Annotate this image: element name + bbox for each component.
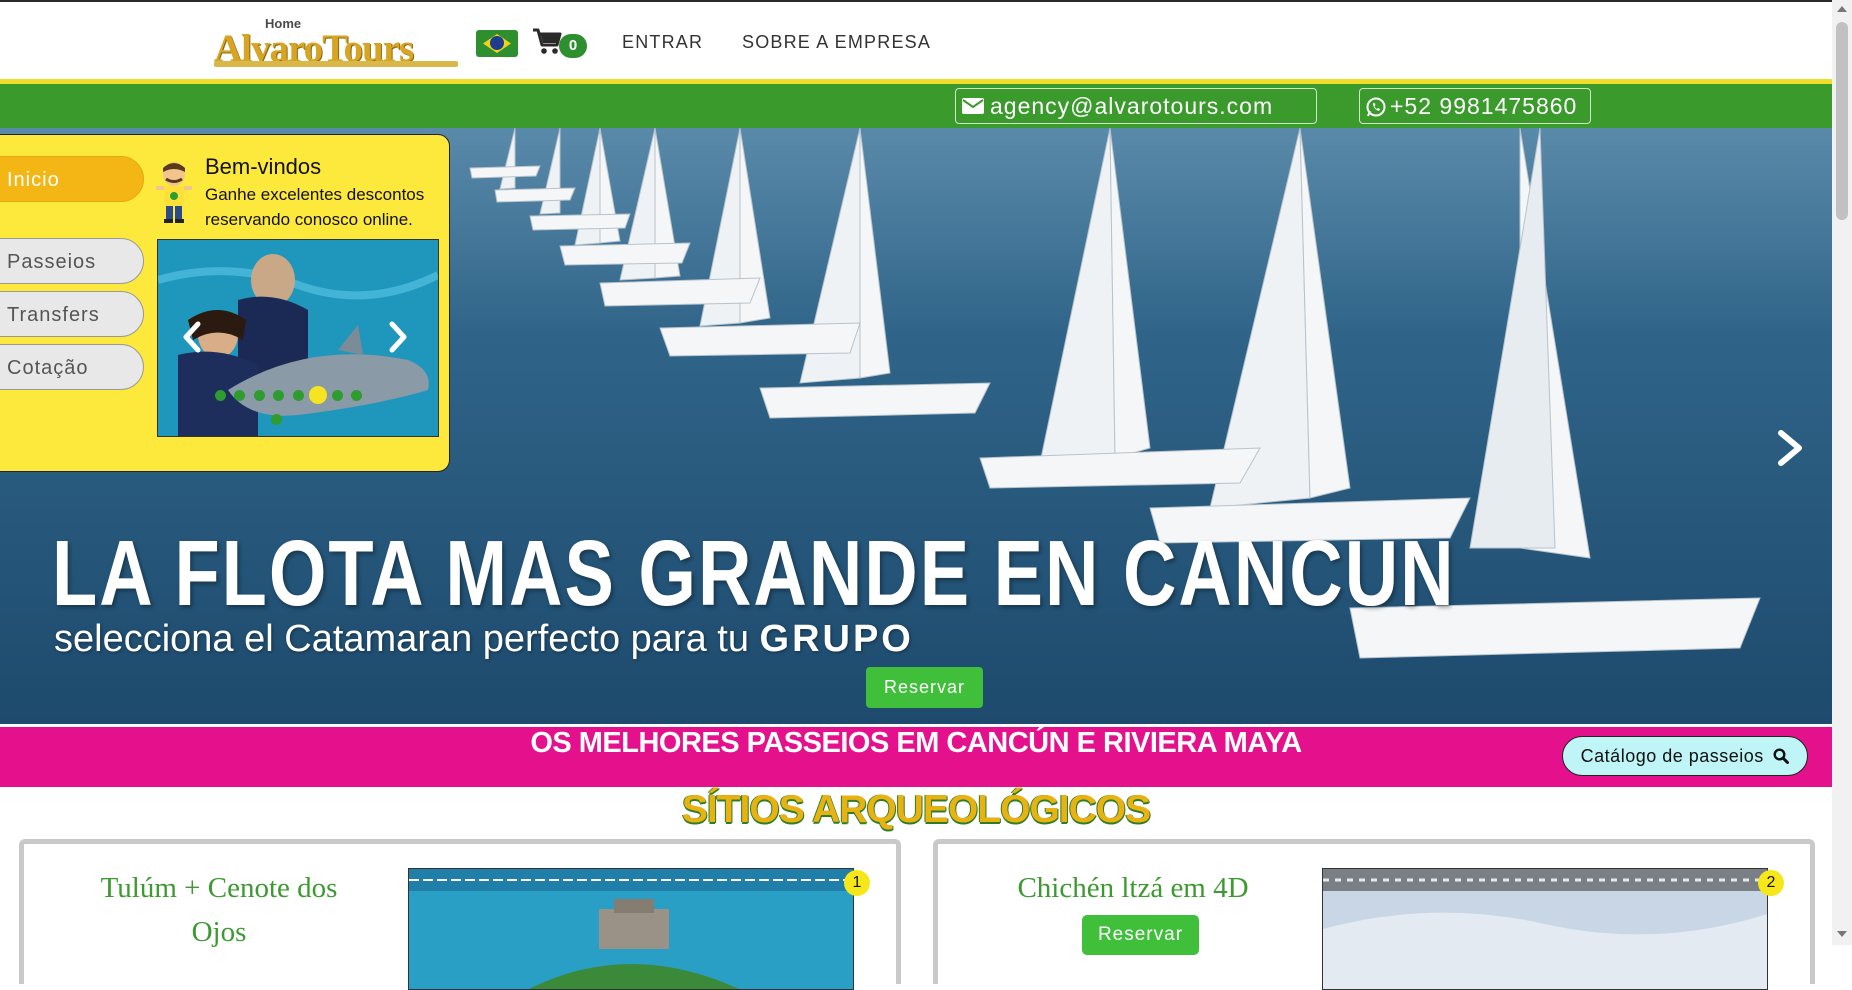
section-title: SÍTIOS ARQUEOLÓGICOS bbox=[681, 788, 1151, 831]
phone-text: +52 9981475860 bbox=[1390, 93, 1578, 119]
tour-card-title: Tulúm + Cenote dos Ojos bbox=[100, 872, 338, 948]
slider-dot[interactable] bbox=[234, 389, 245, 401]
hero-title: LA FLOTA MAS GRANDE EN CANCUN bbox=[52, 521, 1456, 625]
site-header: Home AlvaroTours 0 ENTRAR SOBRE A EMPRES… bbox=[0, 2, 1832, 79]
mini-slider bbox=[157, 239, 439, 437]
scroll-up-icon[interactable] bbox=[1837, 6, 1847, 12]
scroll-down-icon[interactable] bbox=[1837, 931, 1847, 937]
tab-transfers[interactable]: Transfers bbox=[0, 291, 144, 337]
cart-count-badge: 0 bbox=[559, 34, 587, 58]
brazil-flag-icon[interactable] bbox=[476, 30, 518, 57]
hero-next-arrow-icon[interactable] bbox=[1775, 428, 1805, 468]
email-contact-button[interactable]: agency@alvarotours.com bbox=[955, 88, 1317, 124]
email-text: agency@alvarotours.com bbox=[990, 93, 1274, 119]
slider-dot[interactable] bbox=[271, 414, 282, 425]
tour-card-number: 1 bbox=[844, 870, 870, 896]
promo-banner: OS MELHORES PASSEIOS EM CANCÚN E RIVIERA… bbox=[0, 727, 1832, 787]
site-logo[interactable]: Home AlvaroTours bbox=[214, 14, 458, 70]
tour-card-image[interactable] bbox=[408, 868, 854, 990]
mini-slider-next-icon[interactable] bbox=[386, 320, 410, 354]
slider-dot[interactable] bbox=[253, 389, 265, 401]
nav-sobre-a-empresa[interactable]: SOBRE A EMPRESA bbox=[742, 32, 931, 53]
tour-card-reserve-button[interactable]: Reservar bbox=[1082, 915, 1199, 955]
catalog-button[interactable]: Catálogo de passeios bbox=[1562, 736, 1808, 776]
slider-dot[interactable] bbox=[214, 389, 226, 401]
shopping-cart-icon[interactable] bbox=[532, 26, 562, 56]
contact-bar: agency@alvarotours.com +52 9981475860 bbox=[0, 84, 1832, 128]
envelope-icon bbox=[962, 98, 984, 114]
slider-dot[interactable] bbox=[292, 389, 304, 401]
slider-dot-active[interactable] bbox=[308, 386, 327, 404]
tab-passeios[interactable]: Passeios bbox=[0, 238, 144, 284]
whatsapp-contact-button[interactable]: +52 9981475860 bbox=[1359, 88, 1591, 124]
tab-inicio[interactable]: Inicio bbox=[0, 156, 144, 202]
slider-dot[interactable] bbox=[273, 389, 284, 401]
search-icon bbox=[1773, 747, 1790, 764]
welcome-title: Bem-vindos bbox=[205, 154, 322, 179]
mini-slider-prev-icon[interactable] bbox=[180, 320, 204, 354]
scroll-thumb[interactable] bbox=[1836, 22, 1848, 220]
tab-cotacao[interactable]: Cotação bbox=[0, 344, 144, 390]
mascot-icon bbox=[156, 162, 192, 223]
slider-dot[interactable] bbox=[331, 389, 343, 401]
hero-subtitle: selecciona el Catamaran perfecto para tu… bbox=[54, 618, 914, 660]
whatsapp-icon bbox=[1366, 97, 1386, 117]
welcome-text: Ganhe excelentes descontos reservando co… bbox=[205, 185, 425, 229]
logo-underline bbox=[214, 61, 458, 67]
nav-entrar[interactable]: ENTRAR bbox=[622, 32, 703, 53]
promo-title: OS MELHORES PASSEIOS EM CANCÚN E RIVIERA… bbox=[530, 727, 1302, 759]
slider-dot[interactable] bbox=[351, 389, 362, 401]
page-scrollbar[interactable] bbox=[1832, 0, 1852, 945]
tour-card-title: Chichén ltzá em 4D bbox=[1017, 872, 1249, 904]
catalog-label: Catálogo de passeios bbox=[1580, 745, 1764, 766]
tour-card-image[interactable] bbox=[1322, 868, 1768, 990]
tour-card[interactable]: Chichén ltzá em 4D Reservar 2 bbox=[933, 839, 1815, 990]
hero-reserve-button[interactable]: Reservar bbox=[866, 667, 983, 708]
tour-card-number: 2 bbox=[1758, 870, 1784, 896]
tour-card[interactable]: Tulúm + Cenote dos Ojos 1 bbox=[19, 839, 901, 990]
